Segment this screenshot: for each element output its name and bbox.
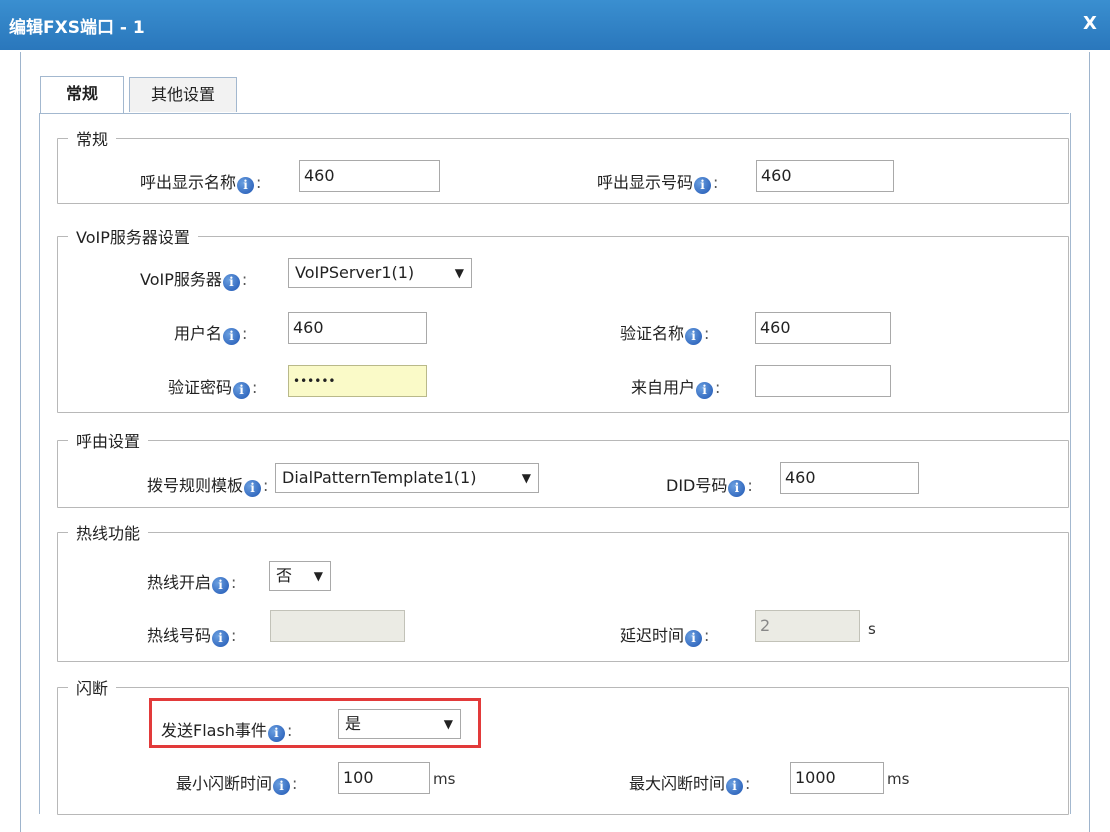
max-flash-time-label: 最大闪断时间 i: [629,774,751,795]
from-user-input[interactable] [755,365,891,397]
tab-general[interactable]: 常规 [40,76,124,114]
dialog-title: 编辑FXS端口 - 1 [9,18,145,38]
hotline-enable-label: 热线开启 i: [147,573,237,594]
dialog-titlebar: 编辑FXS端口 - 1 X [0,0,1110,50]
auth-password-input[interactable]: •••••• [288,365,427,397]
info-icon[interactable]: i [244,480,262,497]
hotline-number-input[interactable] [270,610,405,642]
tab-other-settings-label: 其他设置 [150,85,215,104]
info-icon[interactable]: i [273,778,291,795]
info-icon[interactable]: i [212,577,230,594]
delay-time-unit: s [868,620,876,638]
min-flash-time-label: 最小闪断时间 i: [176,774,298,795]
close-icon[interactable]: X [1083,13,1097,34]
username-label: 用户名 i: [174,324,248,345]
group-flash-legend: 闪断 [76,679,109,698]
min-flash-time-input[interactable]: 100 [338,762,430,794]
caller-id-name-label: 呼出显示名称 i: [140,173,262,194]
max-flash-time-input[interactable]: 1000 [790,762,884,794]
auth-name-input[interactable]: 460 [755,312,891,344]
did-label: DID号码 i: [666,476,753,497]
group-general-legend: 常规 [76,130,109,149]
info-icon[interactable]: i [685,328,703,345]
dial-pattern-select[interactable]: DialPatternTemplate1(1) ▼ [275,463,539,493]
did-input[interactable]: 460 [780,462,919,494]
info-icon[interactable]: i [694,177,712,194]
min-flash-time-unit: ms [433,770,456,788]
info-icon[interactable]: i [222,274,240,291]
caller-id-number-input[interactable]: 460 [756,160,894,192]
chevron-down-icon: ▼ [443,717,453,731]
info-icon[interactable]: i [728,480,746,497]
info-icon[interactable]: i [212,630,230,647]
dial-pattern-label: 拨号规则模板 i: [147,476,269,497]
info-icon[interactable]: i [233,382,251,399]
username-input[interactable]: 460 [288,312,427,344]
from-user-label: 来自用户 i: [631,378,721,399]
tab-general-label: 常规 [65,84,98,103]
info-icon[interactable]: i [267,725,285,742]
tab-other-settings[interactable]: 其他设置 [129,77,237,112]
info-icon[interactable]: i [237,177,255,194]
chevron-down-icon: ▼ [521,471,531,485]
auth-password-label: 验证密码 i: [168,378,258,399]
send-flash-select[interactable]: 是 ▼ [338,709,461,739]
auth-name-label: 验证名称 i: [620,324,710,345]
send-flash-label: 发送Flash事件 i: [161,721,293,742]
chevron-down-icon: ▼ [454,266,464,280]
group-voip-legend: VoIP服务器设置 [76,228,190,247]
info-icon[interactable]: i [223,328,241,345]
info-icon[interactable]: i [726,778,744,795]
caller-id-name-input[interactable]: 460 [299,160,440,192]
group-hotline-legend: 热线功能 [76,524,141,543]
chevron-down-icon: ▼ [313,569,323,583]
delay-time-input[interactable]: 2 [755,610,860,642]
delay-time-label: 延迟时间 i: [620,626,710,647]
voip-server-label: VoIP服务器 i: [140,270,248,291]
max-flash-time-unit: ms [887,770,910,788]
voip-server-select[interactable]: VoIPServer1(1) ▼ [288,258,472,288]
caller-id-number-label: 呼出显示号码 i: [597,173,719,194]
hotline-enable-select[interactable]: 否 ▼ [269,561,331,591]
group-routing-legend: 呼由设置 [76,432,141,451]
info-icon[interactable]: i [696,382,714,399]
hotline-number-label: 热线号码 i: [147,626,237,647]
info-icon[interactable]: i [685,630,703,647]
